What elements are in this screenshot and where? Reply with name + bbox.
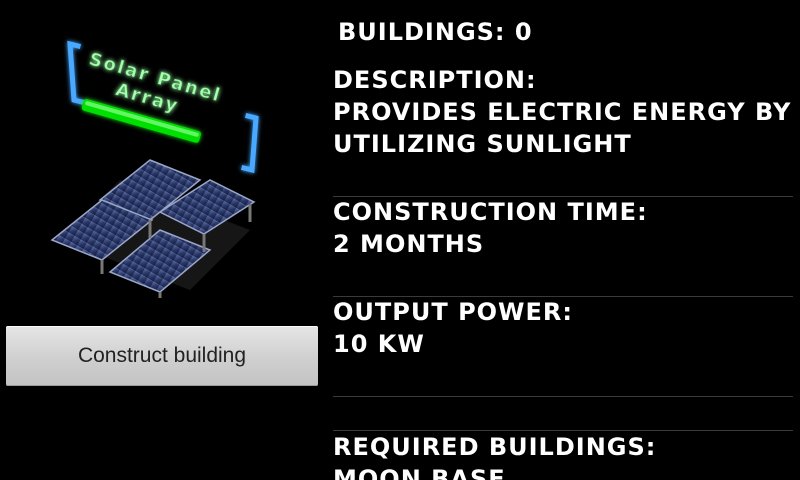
construction-time-section: Construction time: 2 months — [333, 196, 648, 260]
construction-time-label: Construction time: — [333, 198, 648, 226]
output-power-label: Output power: — [333, 298, 574, 326]
divider — [333, 396, 793, 397]
output-power-section: Output power: 10 kW — [333, 296, 573, 360]
buildings-count: Buildings: 0 — [338, 18, 533, 46]
description-section: Description: Provides electric energy by… — [333, 64, 791, 160]
construction-time-value: 2 months — [333, 230, 485, 258]
description-line-1: Provides electric energy by — [333, 98, 792, 126]
output-power-value: 10 kW — [333, 330, 425, 358]
building-preview-panel: Solar Panel Array Construct building — [0, 0, 325, 480]
solar-panel-array-icon: Solar Panel Array — [50, 40, 259, 298]
construct-building-button[interactable]: Construct building — [6, 326, 318, 386]
required-buildings-label: Required buildings: — [333, 433, 657, 461]
building-details-panel: Buildings: 0 Description: Provides elect… — [333, 0, 793, 480]
description-line-2: utilizing sunlight — [333, 130, 632, 158]
required-buildings-value: Moon base — [333, 465, 506, 480]
description-label: Description: — [333, 66, 537, 94]
required-buildings-section: Required buildings: Moon base — [333, 431, 656, 480]
